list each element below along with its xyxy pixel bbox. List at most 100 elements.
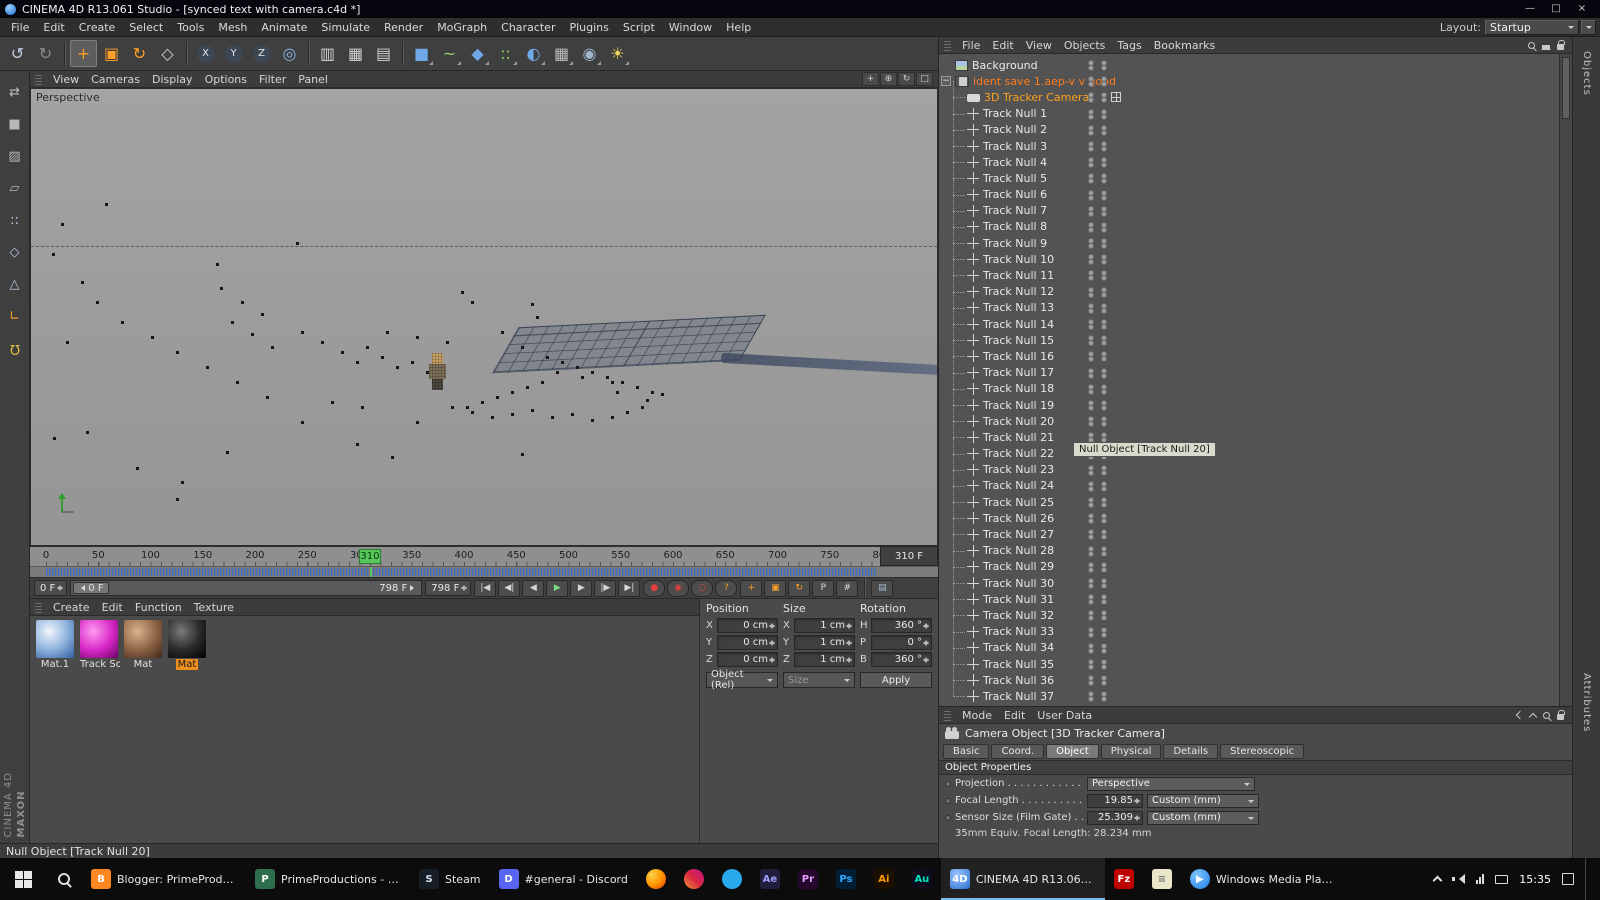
visibility-dots[interactable] xyxy=(1089,579,1109,588)
add-generator-button[interactable]: ◆ xyxy=(464,40,491,67)
object-row[interactable]: Track Null 19 xyxy=(939,388,1559,413)
redo-button[interactable]: ↻ xyxy=(32,40,59,67)
object-manager-menu-item[interactable]: Bookmarks xyxy=(1148,38,1221,53)
object-row[interactable]: Track Null 10 xyxy=(939,243,1559,267)
visibility-dots[interactable] xyxy=(1089,546,1109,556)
add-floor-button[interactable]: ▦ xyxy=(548,40,575,67)
menu-item[interactable]: Animate xyxy=(254,19,314,36)
object-row[interactable]: Track Null 37 xyxy=(939,680,1559,704)
goto-start-button[interactable]: |◀ xyxy=(474,579,497,597)
coordinate-system-button[interactable]: ◎ xyxy=(276,40,303,67)
visibility-dots[interactable] xyxy=(1089,352,1109,362)
object-row[interactable]: Track Null 9 xyxy=(939,226,1559,251)
object-row[interactable]: Track Null 26 xyxy=(939,502,1559,526)
object-row[interactable]: Track Null 16 xyxy=(939,340,1559,364)
material-menu-item[interactable]: Edit xyxy=(96,600,129,615)
stepper-icon[interactable] xyxy=(846,620,853,632)
material-menu-item[interactable]: Create xyxy=(47,600,96,615)
object-manager-menu-item[interactable]: View xyxy=(1020,38,1058,53)
menu-item[interactable]: MoGraph xyxy=(430,19,494,36)
attribute-tab[interactable]: Basic xyxy=(943,743,990,759)
object-row[interactable]: Track Null 24 xyxy=(939,469,1559,494)
menu-item[interactable]: Simulate xyxy=(314,19,377,36)
visibility-dots[interactable] xyxy=(1089,530,1109,540)
attribute-tab[interactable]: Details xyxy=(1163,743,1219,759)
object-row[interactable]: Track Null 5 xyxy=(939,162,1559,186)
make-editable-button[interactable]: ⇄ xyxy=(3,80,27,104)
snap-button[interactable]: Ω xyxy=(3,336,27,360)
focal-length-unit-dropdown[interactable]: Custom (mm) xyxy=(1147,793,1259,808)
rotate-tool-button[interactable]: ↻ xyxy=(126,40,153,67)
add-cube-button[interactable]: ■ xyxy=(408,40,435,67)
timeline-options-button[interactable]: ▤ xyxy=(871,579,894,597)
key-pla-button[interactable]: # xyxy=(836,579,859,597)
minimize-button[interactable]: — xyxy=(1517,1,1543,17)
network-icon[interactable] xyxy=(1476,874,1485,884)
coord-input[interactable]: 360 ° xyxy=(871,652,932,667)
visibility-dots[interactable] xyxy=(1089,627,1109,637)
play-button[interactable]: ▶ xyxy=(546,579,569,597)
object-row[interactable]: Track Null 20 xyxy=(939,405,1559,429)
visibility-dots[interactable] xyxy=(1089,433,1109,443)
taskbar-app-photoshop[interactable]: Ps xyxy=(827,858,865,900)
chevron-up-icon[interactable] xyxy=(1528,712,1538,721)
volume-icon[interactable] xyxy=(1452,873,1466,885)
stepper-icon[interactable] xyxy=(1134,795,1141,807)
panel-grip-icon[interactable] xyxy=(944,709,951,721)
current-frame-marker[interactable]: 310 xyxy=(358,549,381,564)
stepper-icon[interactable] xyxy=(1134,812,1141,824)
add-spline-button[interactable]: ~ xyxy=(436,40,463,67)
polygons-mode-button[interactable]: △ xyxy=(3,272,27,296)
visibility-dots[interactable] xyxy=(1089,239,1109,249)
clock[interactable]: 15:35 xyxy=(1519,873,1551,886)
lock-icon[interactable] xyxy=(1557,710,1565,720)
visibility-dots[interactable] xyxy=(1089,125,1109,135)
goto-prev-key-button[interactable]: ◀| xyxy=(498,579,521,597)
keying-help-button[interactable]: ? xyxy=(715,579,738,597)
taskbar-app-notes[interactable]: ≡ xyxy=(1143,858,1181,900)
material-item[interactable]: Mat xyxy=(166,620,208,670)
add-camera-button[interactable]: ◉ xyxy=(576,40,603,67)
lock-z-button[interactable]: Z xyxy=(248,40,275,67)
visibility-dots[interactable] xyxy=(1089,303,1109,313)
menu-item[interactable]: File xyxy=(4,19,36,36)
visibility-dots[interactable] xyxy=(1089,206,1109,216)
move-tool-button[interactable]: + xyxy=(70,40,97,67)
keyframe-strip[interactable] xyxy=(30,566,938,577)
view-rotate-button[interactable]: ↻ xyxy=(898,72,915,86)
object-row[interactable]: Track Null 31 xyxy=(939,583,1559,607)
object-row[interactable]: Track Null 12 xyxy=(939,275,1559,300)
close-button[interactable]: × xyxy=(1569,1,1595,17)
object-row[interactable]: Track Null 6 xyxy=(939,178,1559,203)
viewport-menu-item[interactable]: Cameras xyxy=(85,72,146,87)
tray-chevron-up-icon[interactable] xyxy=(1432,875,1443,886)
attribute-menu-item[interactable]: User Data xyxy=(1031,708,1098,723)
object-row[interactable]: Track Null 3 xyxy=(939,129,1559,154)
taskbar-app-blogger[interactable]: B Blogger: PrimeProdu... xyxy=(82,858,246,900)
view-pan-button[interactable]: + xyxy=(862,72,879,86)
visibility-dots[interactable] xyxy=(1089,514,1109,524)
keyframe-dot-icon[interactable] xyxy=(945,797,951,804)
model-mode-button[interactable]: ■ xyxy=(3,112,27,136)
taskbar-app-filezilla[interactable]: Fz xyxy=(1105,858,1143,900)
attribute-tab[interactable]: Stereoscopic xyxy=(1220,743,1305,759)
edges-mode-button[interactable]: ◇ xyxy=(3,240,27,264)
focal-length-input[interactable]: 19.85 xyxy=(1087,793,1143,808)
material-item[interactable]: Mat xyxy=(122,620,164,670)
lock-x-button[interactable]: X xyxy=(192,40,219,67)
object-row[interactable]: Track Null 13 xyxy=(939,291,1559,316)
render-settings-button[interactable]: ▤ xyxy=(370,40,397,67)
visibility-dots[interactable] xyxy=(1089,336,1109,346)
visibility-dots[interactable] xyxy=(1089,158,1109,168)
chevron-left-icon[interactable] xyxy=(1515,710,1525,720)
viewport-menu-item[interactable]: Options xyxy=(199,72,253,87)
visibility-dots[interactable] xyxy=(1089,255,1109,265)
keyframe-selection-button[interactable]: ○ xyxy=(691,579,714,597)
stepper-icon[interactable] xyxy=(923,620,930,632)
search-icon[interactable] xyxy=(1543,711,1550,719)
dock-tab-attributes[interactable]: Attributes xyxy=(1581,673,1592,732)
object-manager-menu-item[interactable]: Objects xyxy=(1058,38,1112,53)
layout-dropdown[interactable]: Startup xyxy=(1485,19,1579,35)
object-row[interactable]: Track Null 30 xyxy=(939,566,1559,591)
taskbar-app-after-effects[interactable]: Ae xyxy=(751,858,789,900)
